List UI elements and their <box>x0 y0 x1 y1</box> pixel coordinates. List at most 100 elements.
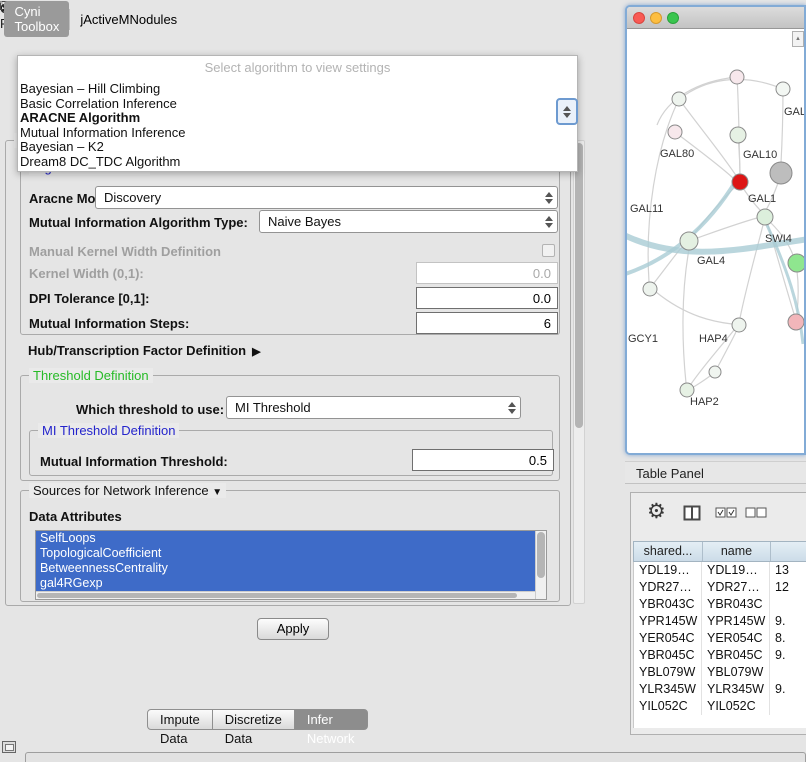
graph-node[interactable] <box>709 366 721 378</box>
deselect-all-boxes-icon[interactable] <box>745 507 767 522</box>
bottom-tab-bar: Impute DataDiscretize DataInfer Network <box>147 709 368 730</box>
mac-minimize-button[interactable] <box>650 12 662 24</box>
expand-right-icon[interactable]: ▶ <box>252 346 260 358</box>
table-row[interactable]: YIL052CYIL052C <box>634 698 806 715</box>
mac-close-button[interactable] <box>633 12 645 24</box>
graph-node[interactable] <box>732 318 746 332</box>
sources-group-title[interactable]: Sources for Network Inference ▼ <box>29 483 226 498</box>
settings-scrollbar[interactable] <box>573 140 585 604</box>
network-graph: GAL80GAL10GAL11GAL1SWI4GAL4GCY1HAP4HAP2G… <box>627 29 804 453</box>
gear-icon[interactable]: ⚙ <box>647 499 666 524</box>
apply-button[interactable]: Apply <box>257 618 329 640</box>
which-threshold-select[interactable]: MI Threshold <box>226 396 521 419</box>
select-all-checks-icon[interactable] <box>715 507 737 522</box>
mi-steps-field[interactable] <box>416 312 558 334</box>
graph-edge[interactable] <box>657 77 737 125</box>
mi-threshold-group-title: MI Threshold Definition <box>38 423 179 438</box>
table-row[interactable]: YBL079WYBL079W <box>634 664 806 681</box>
attribute-item-selected[interactable]: TopologicalCoefficient <box>36 546 535 561</box>
table-cell <box>770 596 806 613</box>
attribute-item-selected[interactable]: gal4RGexp <box>36 576 535 591</box>
collapse-down-icon[interactable]: ▼ <box>212 487 222 498</box>
bottom-tab-impute-data[interactable]: Impute Data <box>147 709 213 730</box>
algorithm-definition-group: Algorithm Definition Aracne Mode: Discov… <box>20 167 560 335</box>
table-cell: YDL19… <box>634 562 702 579</box>
table-cell <box>770 698 806 715</box>
graph-edge[interactable] <box>781 89 783 163</box>
bottom-tab-discretize-data[interactable]: Discretize Data <box>212 709 295 730</box>
attr-list-vscrollbar[interactable] <box>535 531 546 599</box>
graph-node[interactable] <box>732 174 748 190</box>
table-row[interactable]: YDR27…YDR27…12 <box>634 579 806 596</box>
restore-panel-icon[interactable] <box>2 741 16 753</box>
graph-edge[interactable] <box>740 225 763 318</box>
column-header[interactable] <box>770 542 806 561</box>
graph-edge[interactable] <box>656 292 732 324</box>
column-header[interactable]: name <box>702 542 770 561</box>
mac-zoom-button[interactable] <box>667 12 679 24</box>
node-label: GAL1 <box>748 193 776 205</box>
graph-node[interactable] <box>668 125 682 139</box>
sources-group: Sources for Network Inference ▼ Data Att… <box>20 490 560 602</box>
algorithm-option[interactable]: Mutual Information Inference <box>18 126 577 141</box>
table-cell: YIL052C <box>702 698 770 715</box>
data-attributes-list[interactable]: SelfLoopsTopologicalCoefficientBetweenne… <box>35 530 547 600</box>
table-row[interactable]: YDL19…YDL19…13 <box>634 562 806 579</box>
attribute-item-selected[interactable]: BetweennessCentrality <box>36 561 535 576</box>
bottom-panel-edge <box>25 752 806 762</box>
table-row[interactable]: YLR345WYLR345W9. <box>634 681 806 698</box>
dpi-tolerance-label: DPI Tolerance [0,1]: <box>29 291 149 306</box>
table-row[interactable]: YER054CYER054C8. <box>634 630 806 647</box>
graph-node[interactable] <box>757 209 773 225</box>
table-row[interactable]: YBR043CYBR043C <box>634 596 806 613</box>
table-panel-titlebar: Table Panel <box>625 461 806 484</box>
algorithm-option[interactable]: ARACNE Algorithm <box>18 111 577 126</box>
attr-list-hscrollbar[interactable] <box>36 591 535 599</box>
settings-scrollbar-thumb[interactable] <box>575 143 583 428</box>
table-cell: YER054C <box>702 630 770 647</box>
column-header[interactable]: shared... <box>634 542 702 561</box>
dpi-tolerance-field[interactable] <box>416 287 558 309</box>
graph-node[interactable] <box>730 127 746 143</box>
mi-threshold-group: MI Threshold Definition Mutual Informati… <box>29 430 553 476</box>
table-row[interactable]: YBR045CYBR045C9. <box>634 647 806 664</box>
kernel-width-field[interactable] <box>416 262 558 284</box>
graph-node[interactable] <box>672 92 686 106</box>
aracne-mode-select[interactable]: Discovery <box>95 186 558 209</box>
algorithm-option[interactable]: Bayesian – K2 <box>18 140 577 155</box>
network-scrollbar-fragment[interactable]: ▲ <box>792 31 804 47</box>
algorithm-option[interactable]: Dream8 DC_TDC Algorithm <box>18 155 577 170</box>
graph-edge[interactable] <box>683 249 689 383</box>
network-view-window: GAL80GAL10GAL11GAL1SWI4GAL4GCY1HAP4HAP2G… <box>625 5 806 455</box>
manual-kernel-width-checkbox[interactable] <box>542 244 555 257</box>
bottom-tab-infer-network[interactable]: Infer Network <box>294 709 368 730</box>
table-cell: YDR27… <box>634 579 702 596</box>
tab-cyni-toolbox[interactable]: Cyni Toolbox <box>4 1 70 37</box>
attribute-item-selected[interactable]: SelfLoops <box>36 531 535 546</box>
table-cell: 8. <box>770 630 806 647</box>
graph-node[interactable] <box>730 70 744 84</box>
graph-node[interactable] <box>680 383 694 397</box>
algorithm-option[interactable]: Bayesian – Hill Climbing <box>18 82 577 97</box>
algorithm-combobox-arrow-button[interactable] <box>556 98 578 125</box>
graph-node[interactable] <box>770 162 792 184</box>
algorithm-combobox[interactable] <box>1 2 3 4</box>
mi-threshold-field[interactable] <box>412 449 554 471</box>
algorithm-option[interactable]: Basic Correlation Inference <box>18 97 577 112</box>
graph-node[interactable] <box>776 82 790 96</box>
graph-node[interactable] <box>788 254 804 272</box>
mi-algorithm-type-select[interactable]: Naive Bayes <box>259 210 558 233</box>
table-cell: YBL079W <box>634 664 702 681</box>
columns-icon[interactable] <box>683 504 701 525</box>
graph-node[interactable] <box>680 232 698 250</box>
table-row[interactable]: YPR145WYPR145W9. <box>634 613 806 630</box>
graph-edge[interactable] <box>679 99 737 177</box>
graph-node[interactable] <box>788 314 804 330</box>
graph-edge[interactable] <box>692 376 710 388</box>
hub-transcription-factor-section[interactable]: Hub/Transcription Factor Definition▶ <box>28 343 261 358</box>
combo-arrows-icon <box>542 190 555 206</box>
graph-node[interactable] <box>643 282 657 296</box>
network-window-titlebar[interactable] <box>627 7 804 29</box>
network-canvas[interactable]: GAL80GAL10GAL11GAL1SWI4GAL4GCY1HAP4HAP2G… <box>627 29 804 453</box>
tab-jactivemnodules[interactable]: jActiveMNodules <box>69 9 187 30</box>
